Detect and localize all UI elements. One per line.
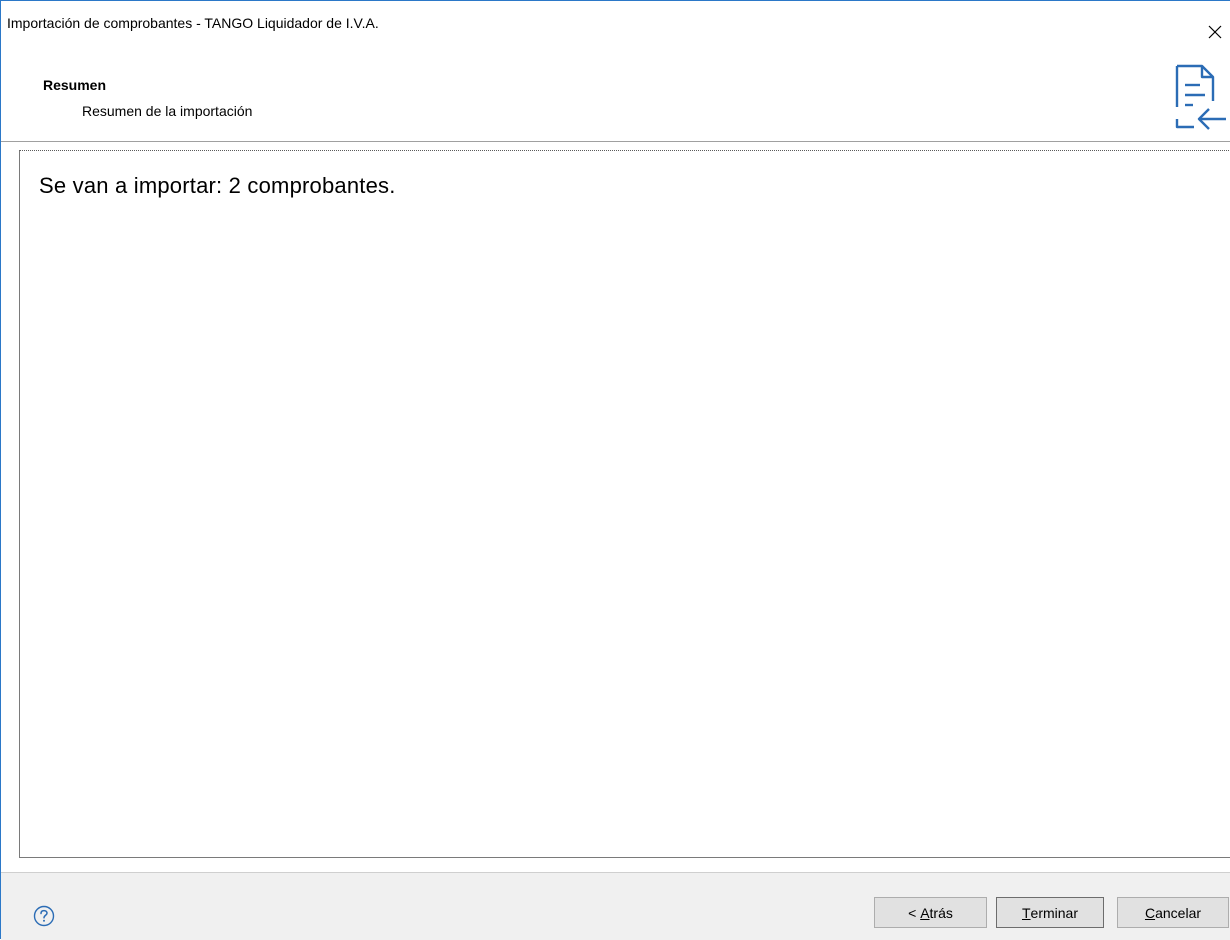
cancel-button-label: ancelar — [1155, 904, 1202, 921]
summary-text: Se van a importar: 2 comprobantes. — [39, 173, 396, 198]
document-import-icon — [1175, 64, 1226, 130]
back-button-prefix: < — [908, 904, 921, 921]
wizard-footer: < Atrás Terminar Cancelar — [1, 873, 1230, 940]
finish-button-label: erminar — [1030, 904, 1079, 921]
window-title: Importación de comprobantes - TANGO Liqu… — [7, 15, 379, 31]
summary-panel: Se van a importar: 2 comprobantes. — [19, 150, 1230, 858]
finish-button-mnemonic: T — [1021, 904, 1031, 921]
step-title: Resumen — [43, 77, 107, 93]
wizard-header: Resumen Resumen de la importación — [1, 63, 1230, 141]
title-bar[interactable]: Importación de comprobantes - TANGO Liqu… — [1, 1, 1230, 39]
header-divider — [1, 141, 1230, 142]
step-subtitle: Resumen de la importación — [82, 103, 253, 119]
close-button[interactable] — [1200, 19, 1230, 45]
close-icon — [1208, 25, 1222, 39]
cancel-button[interactable]: Cancelar — [1117, 897, 1229, 928]
finish-button[interactable]: Terminar — [996, 897, 1104, 928]
back-button[interactable]: < Atrás — [874, 897, 987, 928]
help-icon[interactable] — [33, 905, 55, 927]
back-button-mnemonic: A — [920, 904, 930, 921]
import-wizard-window: Importación de comprobantes - TANGO Liqu… — [0, 0, 1230, 940]
back-button-label: trás — [929, 904, 953, 921]
cancel-button-mnemonic: C — [1144, 904, 1156, 921]
